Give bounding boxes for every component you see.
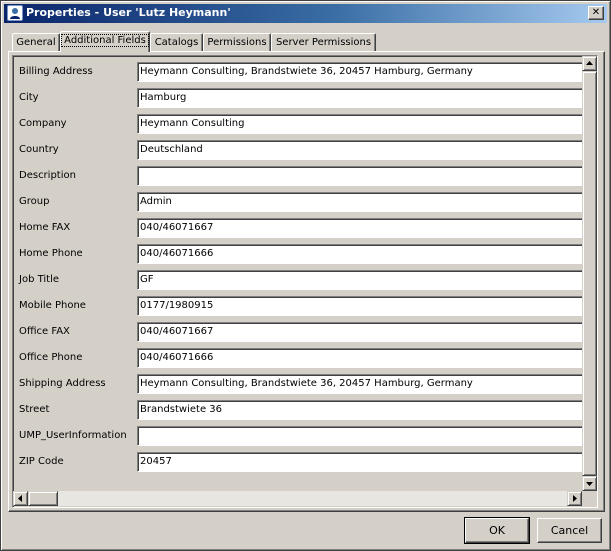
field-row-home-phone: Home Phone 040/46071666 <box>13 240 583 266</box>
field-row-job-title: Job Title GF <box>13 266 583 292</box>
field-label: Description <box>19 170 76 181</box>
fields-scroll-area: Billing Address Heymann Consulting, Bran… <box>12 55 598 508</box>
field-row-mobile-phone: Mobile Phone 0177/1980915 <box>13 292 583 318</box>
street-field[interactable]: Brandstwiete 36 <box>137 400 583 420</box>
arrow-left-icon <box>18 495 22 502</box>
arrow-up-icon <box>586 61 593 65</box>
field-label: Office FAX <box>19 326 70 337</box>
job-title-field[interactable]: GF <box>137 270 583 290</box>
close-button[interactable]: ✕ <box>588 6 604 20</box>
tab-general[interactable]: General <box>12 33 60 51</box>
field-row-billing-address: Billing Address Heymann Consulting, Bran… <box>13 58 583 84</box>
cancel-button[interactable]: Cancel <box>537 518 602 543</box>
title-bar[interactable]: Properties - User 'Lutz Heymann' ✕ <box>4 4 607 23</box>
field-row-office-phone: Office Phone 040/46071666 <box>13 344 583 370</box>
city-field[interactable]: Hamburg <box>137 88 583 108</box>
field-row-description: Description <box>13 162 583 188</box>
office-fax-field[interactable]: 040/46071667 <box>137 322 583 342</box>
country-field[interactable]: Deutschland <box>137 140 583 160</box>
field-label: Home Phone <box>19 248 83 259</box>
field-label: Billing Address <box>19 66 93 77</box>
field-row-ump-userinformation: UMP_UserInformation <box>13 422 583 448</box>
field-label: Country <box>19 144 59 155</box>
field-label: Shipping Address <box>19 378 106 389</box>
window-title: Properties - User 'Lutz Heymann' <box>26 6 231 19</box>
field-row-zip-code: ZIP Code 20457 <box>13 448 583 474</box>
field-label: City <box>19 92 39 103</box>
field-row-shipping-address: Shipping Address Heymann Consulting, Bra… <box>13 370 583 396</box>
properties-dialog: Properties - User 'Lutz Heymann' ✕ Gener… <box>0 0 611 551</box>
close-icon: ✕ <box>591 7 601 18</box>
scroll-right-button[interactable] <box>567 491 582 506</box>
horizontal-scroll-thumb[interactable] <box>28 491 58 506</box>
mobile-phone-field[interactable]: 0177/1980915 <box>137 296 583 316</box>
horizontal-scrollbar[interactable] <box>13 491 582 506</box>
vertical-scroll-thumb[interactable] <box>582 71 597 476</box>
field-label: Group <box>19 196 50 207</box>
office-phone-field[interactable]: 040/46071666 <box>137 348 583 368</box>
tab-catalogs[interactable]: Catalogs <box>150 33 203 51</box>
company-field[interactable]: Heymann Consulting <box>137 114 583 134</box>
scroll-down-button[interactable] <box>582 476 597 491</box>
field-label: Mobile Phone <box>19 300 86 311</box>
field-row-office-fax: Office FAX 040/46071667 <box>13 318 583 344</box>
ok-button[interactable]: OK <box>464 517 530 544</box>
field-label: Job Title <box>19 274 60 285</box>
user-properties-icon <box>7 5 23 21</box>
scroll-left-button[interactable] <box>13 491 28 506</box>
field-row-street: Street Brandstwiete 36 <box>13 396 583 422</box>
field-row-home-fax: Home FAX 040/46071667 <box>13 214 583 240</box>
scrollbar-corner <box>582 491 597 506</box>
home-fax-field[interactable]: 040/46071667 <box>137 218 583 238</box>
field-label: UMP_UserInformation <box>19 430 127 441</box>
scroll-up-button[interactable] <box>582 56 597 71</box>
vertical-scrollbar[interactable] <box>582 56 597 491</box>
field-label: Home FAX <box>19 222 71 233</box>
billing-address-field[interactable]: Heymann Consulting, Brandstwiete 36, 204… <box>137 62 583 82</box>
field-label: Company <box>19 118 67 129</box>
arrow-down-icon <box>586 482 593 486</box>
tab-server-permissions[interactable]: Server Permissions <box>271 33 376 51</box>
field-row-company: Company Heymann Consulting <box>13 110 583 136</box>
field-row-group: Group Admin <box>13 188 583 214</box>
field-row-city: City Hamburg <box>13 84 583 110</box>
field-label: Office Phone <box>19 352 83 363</box>
zip-code-field[interactable]: 20457 <box>137 452 583 472</box>
field-label: Street <box>19 404 50 415</box>
ump-userinformation-field[interactable] <box>137 426 583 446</box>
home-phone-field[interactable]: 040/46071666 <box>137 244 583 264</box>
tab-permissions[interactable]: Permissions <box>203 33 271 51</box>
description-field[interactable] <box>137 166 583 186</box>
arrow-right-icon <box>573 495 577 502</box>
tab-additional-fields[interactable]: Additional Fields <box>60 31 150 52</box>
field-label: ZIP Code <box>19 456 64 467</box>
field-row-country: Country Deutschland <box>13 136 583 162</box>
shipping-address-field[interactable]: Heymann Consulting, Brandstwiete 36, 204… <box>137 374 583 394</box>
group-field[interactable]: Admin <box>137 192 583 212</box>
